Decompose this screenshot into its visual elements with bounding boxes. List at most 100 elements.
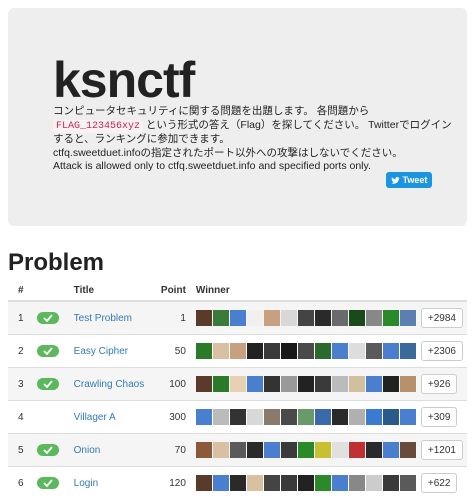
problem-title-link[interactable]: Login <box>74 478 98 489</box>
winner-avatar[interactable] <box>348 343 365 359</box>
winner-avatar[interactable] <box>229 409 246 425</box>
winner-avatar[interactable] <box>263 442 280 458</box>
winner-avatar[interactable] <box>365 376 382 392</box>
winner-avatar[interactable] <box>365 343 382 359</box>
winner-avatar[interactable] <box>348 376 365 392</box>
winner-avatar[interactable] <box>195 442 212 458</box>
winner-avatar[interactable] <box>314 376 331 392</box>
winner-avatar[interactable] <box>212 310 229 326</box>
winner-avatar[interactable] <box>229 475 246 491</box>
winner-avatar[interactable] <box>280 343 297 359</box>
winner-avatar[interactable] <box>331 409 348 425</box>
winner-avatar[interactable] <box>382 343 399 359</box>
winner-avatar[interactable] <box>382 376 399 392</box>
tweet-button[interactable]: Tweet <box>386 172 432 188</box>
winner-avatar[interactable] <box>263 376 280 392</box>
more-winners-button[interactable]: +2306 <box>420 341 463 361</box>
solved-cell <box>33 300 70 335</box>
winner-avatar[interactable] <box>246 343 263 359</box>
more-winners-button[interactable]: +309 <box>420 407 458 427</box>
winner-avatar[interactable] <box>246 475 263 491</box>
winner-avatar[interactable] <box>263 409 280 425</box>
winner-avatar[interactable] <box>229 343 246 359</box>
winner-avatar[interactable] <box>297 343 314 359</box>
winner-avatar[interactable] <box>229 442 246 458</box>
winner-avatar[interactable] <box>195 409 212 425</box>
more-winners-button[interactable]: +2984 <box>420 308 463 328</box>
winner-avatar[interactable] <box>212 442 229 458</box>
winner-avatar[interactable] <box>280 475 297 491</box>
desc-line-4: ctfq.sweetduet.infoの指定されたポート以外への攻撃はしないでく… <box>53 146 403 159</box>
winner-avatar[interactable] <box>212 475 229 491</box>
winner-avatar[interactable] <box>331 376 348 392</box>
winner-avatar[interactable] <box>246 310 263 326</box>
winner-avatar[interactable] <box>212 409 229 425</box>
problem-title-link[interactable]: Onion <box>74 445 101 456</box>
winner-avatar[interactable] <box>263 310 280 326</box>
winner-avatar[interactable] <box>314 310 331 326</box>
winner-avatar[interactable] <box>229 376 246 392</box>
more-winners-button[interactable]: +1201 <box>420 440 463 460</box>
more-winners-button[interactable]: +926 <box>420 374 458 394</box>
winner-avatar[interactable] <box>280 310 297 326</box>
winner-avatar[interactable] <box>297 376 314 392</box>
winner-avatar[interactable] <box>399 343 416 359</box>
winner-avatar[interactable] <box>399 475 416 491</box>
winner-avatar[interactable] <box>246 376 263 392</box>
winner-avatar[interactable] <box>365 409 382 425</box>
problem-number: 4 <box>8 400 34 434</box>
more-winners-button[interactable]: +622 <box>420 473 458 493</box>
winner-avatar[interactable] <box>382 310 399 326</box>
winner-avatar[interactable] <box>331 343 348 359</box>
winner-avatar[interactable] <box>195 475 212 491</box>
problem-title-link[interactable]: Easy Cipher <box>74 346 128 357</box>
problem-title-link[interactable]: Crawling Chaos <box>74 379 145 390</box>
winner-avatar[interactable] <box>314 442 331 458</box>
winner-avatar[interactable] <box>348 475 365 491</box>
winner-avatar[interactable] <box>331 310 348 326</box>
winner-avatar[interactable] <box>212 343 229 359</box>
winner-avatar[interactable] <box>382 475 399 491</box>
winner-avatar[interactable] <box>382 409 399 425</box>
winner-avatar[interactable] <box>263 475 280 491</box>
problem-point: 50 <box>150 334 192 368</box>
solved-cell <box>33 466 70 499</box>
winner-avatar[interactable] <box>195 310 212 326</box>
winner-avatar[interactable] <box>331 442 348 458</box>
winner-avatar[interactable] <box>297 475 314 491</box>
table-row: 3 Crawling Chaos 100 +926 <box>8 367 467 401</box>
problem-title-link[interactable]: Test Problem <box>74 313 132 324</box>
winner-avatar[interactable] <box>365 310 382 326</box>
winner-avatar[interactable] <box>399 442 416 458</box>
winner-avatar[interactable] <box>399 310 416 326</box>
winner-avatar[interactable] <box>331 475 348 491</box>
problem-title-link[interactable]: Villager A <box>74 412 116 423</box>
solved-check-icon <box>37 443 60 456</box>
winner-avatar[interactable] <box>399 376 416 392</box>
winner-avatar[interactable] <box>348 310 365 326</box>
winner-avatar[interactable] <box>280 442 297 458</box>
winner-avatar[interactable] <box>365 475 382 491</box>
problem-title-cell: Test Problem <box>69 300 151 335</box>
winner-avatar[interactable] <box>229 310 246 326</box>
winner-avatar[interactable] <box>246 442 263 458</box>
winner-avatar[interactable] <box>348 409 365 425</box>
winner-avatar[interactable] <box>297 310 314 326</box>
winner-avatar[interactable] <box>314 475 331 491</box>
winner-avatar[interactable] <box>280 376 297 392</box>
winner-avatar[interactable] <box>314 409 331 425</box>
problem-number: 1 <box>8 300 34 335</box>
winner-avatar[interactable] <box>263 343 280 359</box>
winner-avatar[interactable] <box>365 442 382 458</box>
winner-avatar[interactable] <box>280 409 297 425</box>
winner-avatar[interactable] <box>195 376 212 392</box>
winner-avatar[interactable] <box>348 442 365 458</box>
winner-avatar[interactable] <box>212 376 229 392</box>
winner-avatar[interactable] <box>297 442 314 458</box>
winner-avatar[interactable] <box>246 409 263 425</box>
winner-avatar[interactable] <box>195 343 212 359</box>
winner-avatar[interactable] <box>314 343 331 359</box>
winner-avatar[interactable] <box>297 409 314 425</box>
winner-avatar[interactable] <box>382 442 399 458</box>
winner-avatar[interactable] <box>399 409 416 425</box>
